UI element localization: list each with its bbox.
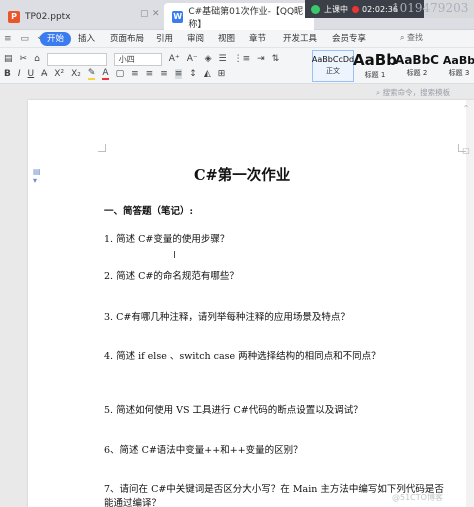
vertical-scrollbar[interactable] xyxy=(466,100,474,507)
menu-member[interactable]: 会员专享 xyxy=(332,32,366,46)
style-sample: AaBbC xyxy=(395,53,439,67)
menu-bar: ≡ ▭ ↶ 开始 插入 页面布局 引用 审阅 视图 章节 开发工具 会员专享 ⌕… xyxy=(0,30,474,48)
text-cursor-icon: I xyxy=(173,250,176,261)
style-heading-3[interactable]: AaBb 标题 3 xyxy=(438,50,474,82)
line-spacing-icon[interactable]: ↕ xyxy=(189,69,197,79)
question-7-continued: 能通过编译？ xyxy=(104,498,162,507)
document-page[interactable]: C#第一次作业 一、简答题（笔记）: 1. 简述 C#变量的使用步骤？ I 2.… xyxy=(28,100,474,507)
menu-review[interactable]: 审阅 xyxy=(187,32,204,46)
clear-format-icon[interactable]: ◈ xyxy=(205,54,212,64)
superscript-icon[interactable]: X² xyxy=(54,69,64,79)
question-4: 4. 简述 if else 、switch case 两种选择结构的相同点和不同… xyxy=(104,351,381,362)
number-list-icon[interactable]: ⋮≡ xyxy=(234,54,251,64)
style-name: 标题 3 xyxy=(448,68,470,77)
writer-icon: W xyxy=(172,10,184,23)
char-border-icon[interactable]: ▢ xyxy=(116,69,125,79)
ribbon-row-top: ▤ ✂ ⌂ 小四 A⁺ A⁻ ◈ ☰ ⋮≡ ⇥ ⇅ xyxy=(4,52,286,66)
subscript-icon[interactable]: X₂ xyxy=(71,69,81,79)
shading-icon[interactable]: ◭ xyxy=(204,69,211,79)
margin-corner-mark xyxy=(98,144,106,152)
style-normal[interactable]: AaBbCcDd 正文 xyxy=(312,50,354,82)
command-search-hint: 搜索命令，搜索模板 xyxy=(382,88,451,97)
microphone-icon xyxy=(311,4,320,14)
align-center-icon[interactable]: ≡ xyxy=(146,69,154,79)
collapse-icon[interactable]: ⌃ xyxy=(460,104,472,116)
question-6: 6、简述 C#语法中变量++和++变量的区别？ xyxy=(104,445,303,456)
style-sample: AaBb xyxy=(353,50,397,69)
style-name: 正文 xyxy=(326,67,340,75)
menu-insert[interactable]: 插入 xyxy=(78,32,95,46)
paste-icon[interactable]: ▤ xyxy=(4,54,13,64)
paragraph-menu-icon[interactable]: ▤ ▾ xyxy=(33,167,47,185)
style-heading-1[interactable]: AaBb 标题 1 xyxy=(353,50,397,82)
menu-chapter[interactable]: 章节 xyxy=(249,32,266,46)
tab-bar: P TP02.pptx ▢ ✕ W C#基础第01次作业-【QQ昵称】 上课中 … xyxy=(0,0,474,30)
tab-label: TP02.pptx xyxy=(25,11,71,22)
style-sample: AaBb xyxy=(442,53,474,67)
grow-font-icon[interactable]: A⁺ xyxy=(169,54,180,64)
style-name: 标题 2 xyxy=(406,69,428,77)
border-icon[interactable]: ⊞ xyxy=(218,69,226,79)
justify-icon[interactable]: ≡ xyxy=(174,69,183,79)
command-search-bar: ⌕ 搜索命令，搜索模板 xyxy=(0,84,474,100)
document-title: C#第一次作业 xyxy=(194,167,291,184)
site-watermark: @51CTO博客 xyxy=(392,493,443,502)
shrink-font-icon[interactable]: A⁻ xyxy=(187,54,198,64)
tab-pin-icon[interactable]: ▢ xyxy=(140,9,149,19)
meeting-status: 上课中 xyxy=(324,4,348,14)
command-search-input[interactable]: ⌕ 搜索命令，搜索模板 xyxy=(376,87,450,98)
menu-reference[interactable]: 引用 xyxy=(156,32,173,46)
align-right-icon[interactable]: ≡ xyxy=(160,69,168,79)
question-2: 2. 简述 C#的命名规范有哪些？ xyxy=(104,271,239,282)
strikethrough-icon[interactable]: A̶ xyxy=(41,69,47,79)
font-size-select[interactable]: 小四 xyxy=(113,52,162,66)
cut-icon[interactable]: ✂ xyxy=(20,54,28,64)
close-icon[interactable]: ✕ xyxy=(152,9,160,19)
font-name-select[interactable] xyxy=(46,52,107,66)
search-label: 查找 xyxy=(407,33,424,42)
style-gallery: AaBbCcDd 正文 AaBb 标题 1 AaBbC 标题 2 AaBb 标题… xyxy=(312,50,474,82)
menu-view[interactable]: 视图 xyxy=(218,32,235,46)
menu-start[interactable]: 开始 xyxy=(40,32,72,46)
question-1: 1. 简述 C#变量的使用步骤？ xyxy=(104,234,230,245)
question-5: 5. 简述如何使用 VS 工具进行 C#代码的断点设置以及调试？ xyxy=(104,405,363,416)
ribbon-row-bottom: B I U A̶ X² X₂ ✎ A ▢ ≡ ≡ ≡ ≡ ↕ ◭ ⊞ xyxy=(4,67,232,81)
style-name: 标题 1 xyxy=(364,70,386,79)
section-heading: 一、简答题（笔记）: xyxy=(104,206,194,217)
tab-pptx[interactable]: P TP02.pptx xyxy=(0,3,160,30)
bullet-list-icon[interactable]: ☰ xyxy=(219,54,227,64)
menu-developer[interactable]: 开发工具 xyxy=(283,32,317,46)
question-3: 3. C#有哪几种注释，请列举每种注释的应用场景及特点？ xyxy=(104,312,350,323)
presentation-icon: P xyxy=(8,10,20,23)
format-painter-icon[interactable]: ⌂ xyxy=(34,54,40,64)
align-left-icon[interactable]: ≡ xyxy=(131,69,139,79)
side-panel-icon[interactable]: ▢ xyxy=(460,146,472,158)
indent-icon[interactable]: ⇥ xyxy=(257,54,265,64)
underline-icon[interactable]: U xyxy=(28,69,35,79)
bold-icon[interactable]: B xyxy=(4,69,11,79)
style-heading-2[interactable]: AaBbC 标题 2 xyxy=(395,50,439,82)
style-sample: AaBbCcDd xyxy=(311,55,355,64)
tab-document[interactable]: W C#基础第01次作业-【QQ昵称】 xyxy=(164,3,314,30)
font-color-icon[interactable]: A xyxy=(102,68,109,80)
tab-label: C#基础第01次作业-【QQ昵称】 xyxy=(188,6,304,30)
watermark-id: 1019479203 xyxy=(392,1,469,15)
sort-icon[interactable]: ⇅ xyxy=(272,54,280,64)
menu-page-layout[interactable]: 页面布局 xyxy=(110,32,144,46)
search-button[interactable]: ⌕ 查找 xyxy=(400,32,423,43)
recording-icon xyxy=(352,5,359,13)
highlight-icon[interactable]: ✎ xyxy=(87,68,96,80)
italic-icon[interactable]: I xyxy=(18,69,21,79)
